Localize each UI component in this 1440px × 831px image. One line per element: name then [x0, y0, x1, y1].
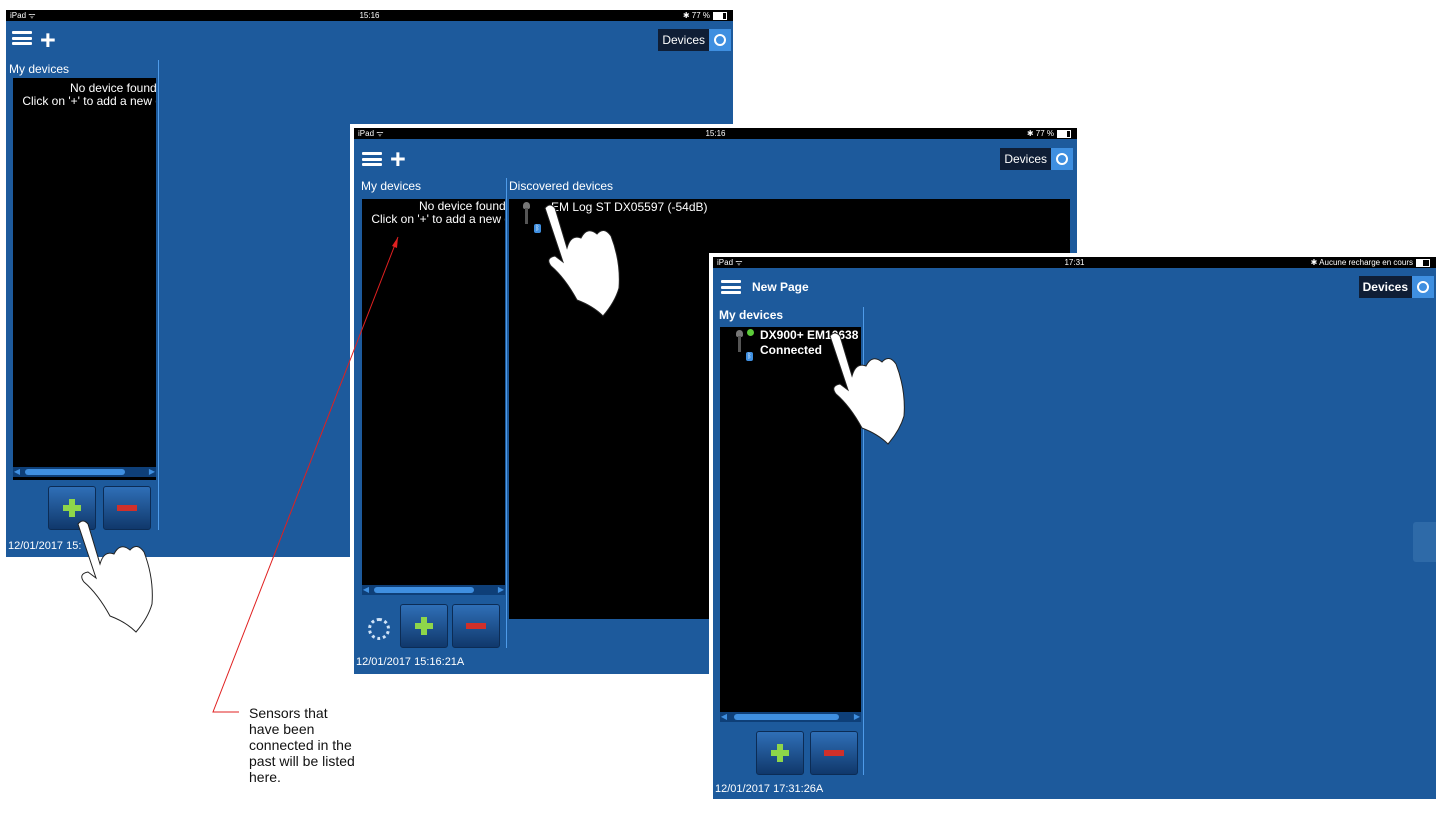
scroll-thumb[interactable]	[734, 714, 839, 720]
device-status: Connected	[760, 343, 823, 357]
menu-icon[interactable]	[362, 152, 382, 166]
scroll-left-arrow[interactable]: ◀	[362, 585, 370, 595]
battery-icon	[713, 11, 727, 20]
add-device-button[interactable]	[48, 486, 96, 530]
page-title: New Page	[752, 280, 809, 294]
scroll-right-arrow[interactable]: ▶	[853, 712, 861, 722]
sensor-icon	[734, 330, 744, 352]
scroll-thumb[interactable]	[25, 469, 125, 475]
my-devices-list[interactable]: No device found. Click on '+' to add a n…	[362, 199, 505, 589]
bluetooth-icon: ᛒ	[746, 352, 753, 361]
bluetooth-icon: ᛒ	[534, 224, 541, 233]
connected-indicator	[747, 329, 754, 336]
devices-label: Devices	[1358, 276, 1412, 298]
empty-line-2: Click on '+' to add a new d	[22, 94, 156, 108]
spinner-icon	[368, 618, 390, 640]
my-devices-title: My devices	[719, 308, 784, 322]
empty-line-2: Click on '+' to add a new d	[371, 212, 505, 226]
status-battery: ✱ 77 %	[682, 11, 710, 20]
camera-icon[interactable]	[709, 29, 731, 51]
add-device-button[interactable]	[756, 731, 804, 775]
callout-text: Sensors that have been connected in the …	[249, 705, 355, 785]
scroll-thumb[interactable]	[374, 587, 474, 593]
timestamp: 12/01/2017 15:	[8, 540, 82, 552]
horizontal-scrollbar[interactable]: ◀ ▶	[362, 585, 505, 595]
devices-button[interactable]: Devices	[658, 29, 731, 51]
side-panel-handle[interactable]	[1413, 522, 1436, 562]
empty-message: No device found. Click on '+' to add a n…	[22, 82, 156, 108]
add-device-button[interactable]	[400, 604, 448, 648]
status-battery: ✱ Aucune recharge en cours	[1310, 258, 1413, 267]
scroll-left-arrow[interactable]: ◀	[720, 712, 728, 722]
status-bar: iPad ᯤ 15:16 ✱ 77 %	[6, 10, 733, 21]
status-bar: iPad ᯤ 17:31 ✱ Aucune recharge en cours	[713, 257, 1436, 268]
scroll-right-arrow[interactable]: ▶	[148, 467, 156, 477]
timestamp: 12/01/2017 17:31:26A	[715, 783, 824, 795]
divider	[506, 178, 507, 648]
scroll-right-arrow[interactable]: ▶	[497, 585, 505, 595]
battery-icon	[1057, 129, 1071, 138]
devices-label: Devices	[1000, 148, 1051, 170]
horizontal-scrollbar[interactable]: ◀ ▶	[720, 712, 861, 722]
empty-message: No device found. Click on '+' to add a n…	[371, 200, 505, 226]
my-devices-title: My devices	[9, 62, 70, 76]
divider	[863, 307, 864, 775]
status-battery: ✱ 77 %	[1026, 129, 1054, 138]
battery-icon	[1416, 258, 1430, 267]
scroll-left-arrow[interactable]: ◀	[13, 467, 21, 477]
my-devices-list[interactable]: ᛒ DX900+ EM10638 Connected	[720, 327, 861, 712]
screen-3: iPad ᯤ 17:31 ✱ Aucune recharge en cours …	[709, 253, 1440, 803]
my-devices-title: My devices	[361, 179, 422, 193]
status-time: 15:16	[359, 11, 380, 20]
plus-icon[interactable]: +	[390, 146, 406, 173]
devices-button[interactable]: Devices	[1358, 276, 1434, 298]
device-name[interactable]: DX900+ EM10638	[760, 328, 858, 342]
remove-device-button[interactable]	[452, 604, 500, 648]
discovered-device-item[interactable]: EM Log ST DX05597 (-54dB)	[551, 200, 708, 214]
sensor-icon	[521, 202, 531, 224]
remove-device-button[interactable]	[810, 731, 858, 775]
devices-button[interactable]: Devices	[1000, 148, 1073, 170]
menu-icon[interactable]	[12, 31, 32, 45]
remove-device-button[interactable]	[103, 486, 151, 530]
camera-icon[interactable]	[1051, 148, 1073, 170]
my-devices-list[interactable]: No device found. Click on '+' to add a n…	[13, 78, 156, 480]
horizontal-scrollbar[interactable]: ◀ ▶	[13, 467, 156, 477]
timestamp: 12/01/2017 15:16:21A	[356, 656, 465, 668]
status-time: 15:16	[705, 129, 726, 138]
plus-icon[interactable]: +	[40, 27, 56, 54]
divider	[158, 60, 159, 530]
discovered-devices-title: Discovered devices	[509, 179, 614, 193]
menu-icon[interactable]	[721, 280, 741, 294]
status-bar: iPad ᯤ 15:16 ✱ 77 %	[354, 128, 1077, 139]
camera-icon[interactable]	[1412, 276, 1434, 298]
devices-label: Devices	[658, 29, 709, 51]
